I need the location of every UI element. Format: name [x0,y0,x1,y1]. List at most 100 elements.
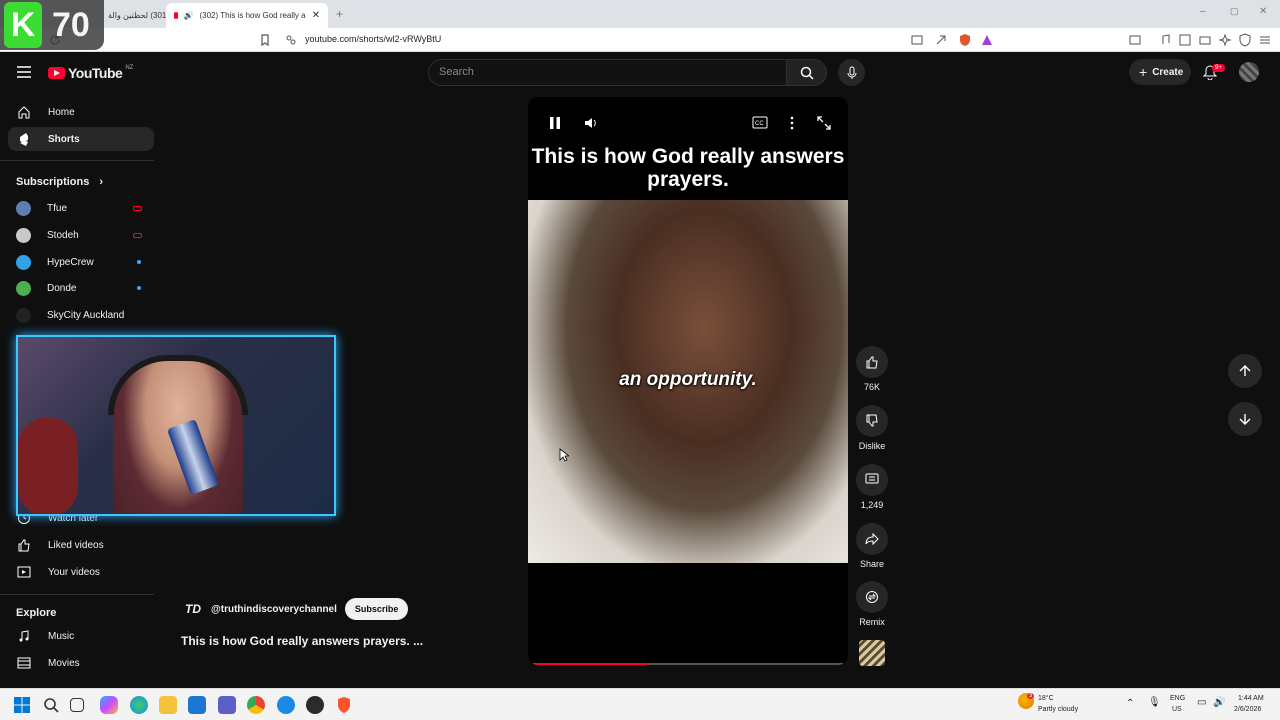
search-button[interactable] [786,59,827,86]
vpn-icon[interactable] [1238,33,1252,47]
leo-ai-icon[interactable] [1218,33,1232,47]
sidebar-item-music[interactable]: Music [8,624,154,648]
more-options-icon[interactable] [790,116,794,130]
volume-icon[interactable] [584,116,598,130]
obs-icon[interactable] [306,696,324,714]
file-explorer-icon[interactable] [159,696,177,714]
dislike-button[interactable]: Dislike [856,405,888,451]
edge-icon[interactable] [130,696,148,714]
cast-icon[interactable] [910,33,924,47]
channel-handle[interactable]: @truthindiscoverychannel [211,604,337,615]
sidebar-item-home[interactable]: Home [8,100,154,124]
subscription-item[interactable]: HypeCrew [8,250,154,274]
weather-desc: Partly cloudy [1038,706,1079,713]
subscribe-button[interactable]: Subscribe [344,598,409,620]
sidebar-item-shorts[interactable]: Shorts [8,127,154,151]
rewards-icon[interactable] [980,33,994,47]
subscription-item[interactable]: Donde [8,276,154,300]
video-progress-bar[interactable] [533,663,843,665]
maximize-icon[interactable]: ▢ [1230,6,1239,17]
minimize-icon[interactable]: – [1200,6,1206,17]
microphone-icon[interactable]: 🎙 [1148,697,1161,708]
mouse-cursor-icon [559,448,569,462]
bookmark-icon[interactable] [258,33,272,47]
clock-time[interactable]: 1:44 AM [1238,695,1264,702]
windows-start-icon[interactable] [13,696,31,714]
youtube-favicon-icon [174,12,178,19]
new-content-dot-icon [137,260,141,264]
channel-avatar [16,280,31,296]
notification-count-badge: 9+ [1212,64,1225,72]
voice-search-button[interactable] [838,59,865,86]
language-region[interactable]: US [1172,706,1182,713]
like-count: 76K [863,382,880,392]
youtube-header: YouTube NZ Search + Create 9+ [0,53,1280,91]
create-button[interactable]: + Create [1129,59,1191,85]
close-tab-icon[interactable]: ✕ [312,10,320,21]
youtube-play-logo-icon [48,67,65,79]
share-button[interactable]: Share [856,523,888,569]
wallet-icon[interactable] [1198,33,1212,47]
store-icon[interactable] [188,696,206,714]
teams-icon[interactable] [218,696,236,714]
sidebar-item-movies[interactable]: Movies [8,651,154,675]
network-icon[interactable]: ▭ [1197,697,1206,708]
task-view-icon[interactable] [70,698,84,712]
live-indicator-icon [133,206,142,211]
subscription-item[interactable]: Tfue [8,196,154,220]
comments-button[interactable]: 1,249 [856,464,888,510]
channel-name: Stodeh [47,229,79,241]
sound-thumbnail[interactable] [859,640,885,666]
sidebar-item-label: Your videos [48,566,100,578]
chrome-icon[interactable] [247,696,265,714]
subscription-item[interactable]: Stodeh [8,223,154,247]
video-title-caption: This is how God really answers prayers. [531,145,845,191]
like-button[interactable]: 76K [856,346,888,392]
reading-list-icon[interactable] [1178,33,1192,47]
speaker-icon[interactable]: 🔊 [1213,697,1225,708]
subscriptions-heading[interactable]: Subscriptions › [16,176,103,188]
badge-number: 70 [52,5,90,44]
browser-tab-2[interactable]: 🔊 (302) This is how God really a ✕ [166,3,328,28]
chevron-up-icon[interactable]: ⌃ [1126,698,1134,709]
plus-icon: + [1139,64,1148,80]
clock-date[interactable]: 2/6/2026 [1234,706,1261,713]
channel-avatar [16,307,31,323]
menu-icon[interactable] [1258,33,1272,47]
captions-icon[interactable]: CC [752,116,768,129]
copilot-icon[interactable] [100,696,118,714]
remix-icon [865,590,879,604]
vpn-app-icon[interactable] [277,696,295,714]
search-input[interactable]: Search [428,59,787,86]
shorts-video-player[interactable]: CC This is how God really answers prayer… [528,97,848,665]
youtube-logo[interactable]: YouTube NZ [48,65,133,81]
thumb-down-icon [865,414,879,428]
subscription-item[interactable]: SkyCity Auckland [8,303,154,327]
search-icon[interactable] [42,696,60,714]
address-bar[interactable]: youtube.com/shorts/wl2-vRWyBtU [305,34,441,44]
sidebar-item-your-videos[interactable]: Your videos [8,560,154,584]
close-window-icon[interactable]: ✕ [1259,6,1267,17]
fullscreen-icon[interactable] [817,116,831,130]
brave-shield-icon[interactable] [958,33,972,47]
new-tab-button[interactable]: + [336,7,343,21]
video-icon [16,564,32,580]
pause-icon[interactable] [549,117,561,129]
live-indicator-icon [133,233,142,238]
sidebar-item-liked-videos[interactable]: Liked videos [8,533,154,557]
share-page-icon[interactable] [934,33,948,47]
next-short-button[interactable] [1228,402,1262,436]
remix-button[interactable]: Remix [856,581,888,627]
brave-icon[interactable] [335,696,353,714]
account-avatar[interactable] [1239,62,1259,82]
sidebar-toggle-icon[interactable] [1128,33,1142,47]
previous-short-button[interactable] [1228,354,1262,388]
video-subtitle-caption: an opportunity. [619,369,757,390]
hamburger-menu-icon[interactable] [17,66,31,78]
music-extension-icon[interactable] [1158,33,1172,47]
site-settings-icon[interactable] [284,33,298,47]
video-description[interactable]: This is how God really answers prayers. … [181,634,423,648]
language-code[interactable]: ENG [1170,695,1185,702]
channel-avatar[interactable]: TD [185,602,203,616]
badge-letter: K [4,2,42,48]
